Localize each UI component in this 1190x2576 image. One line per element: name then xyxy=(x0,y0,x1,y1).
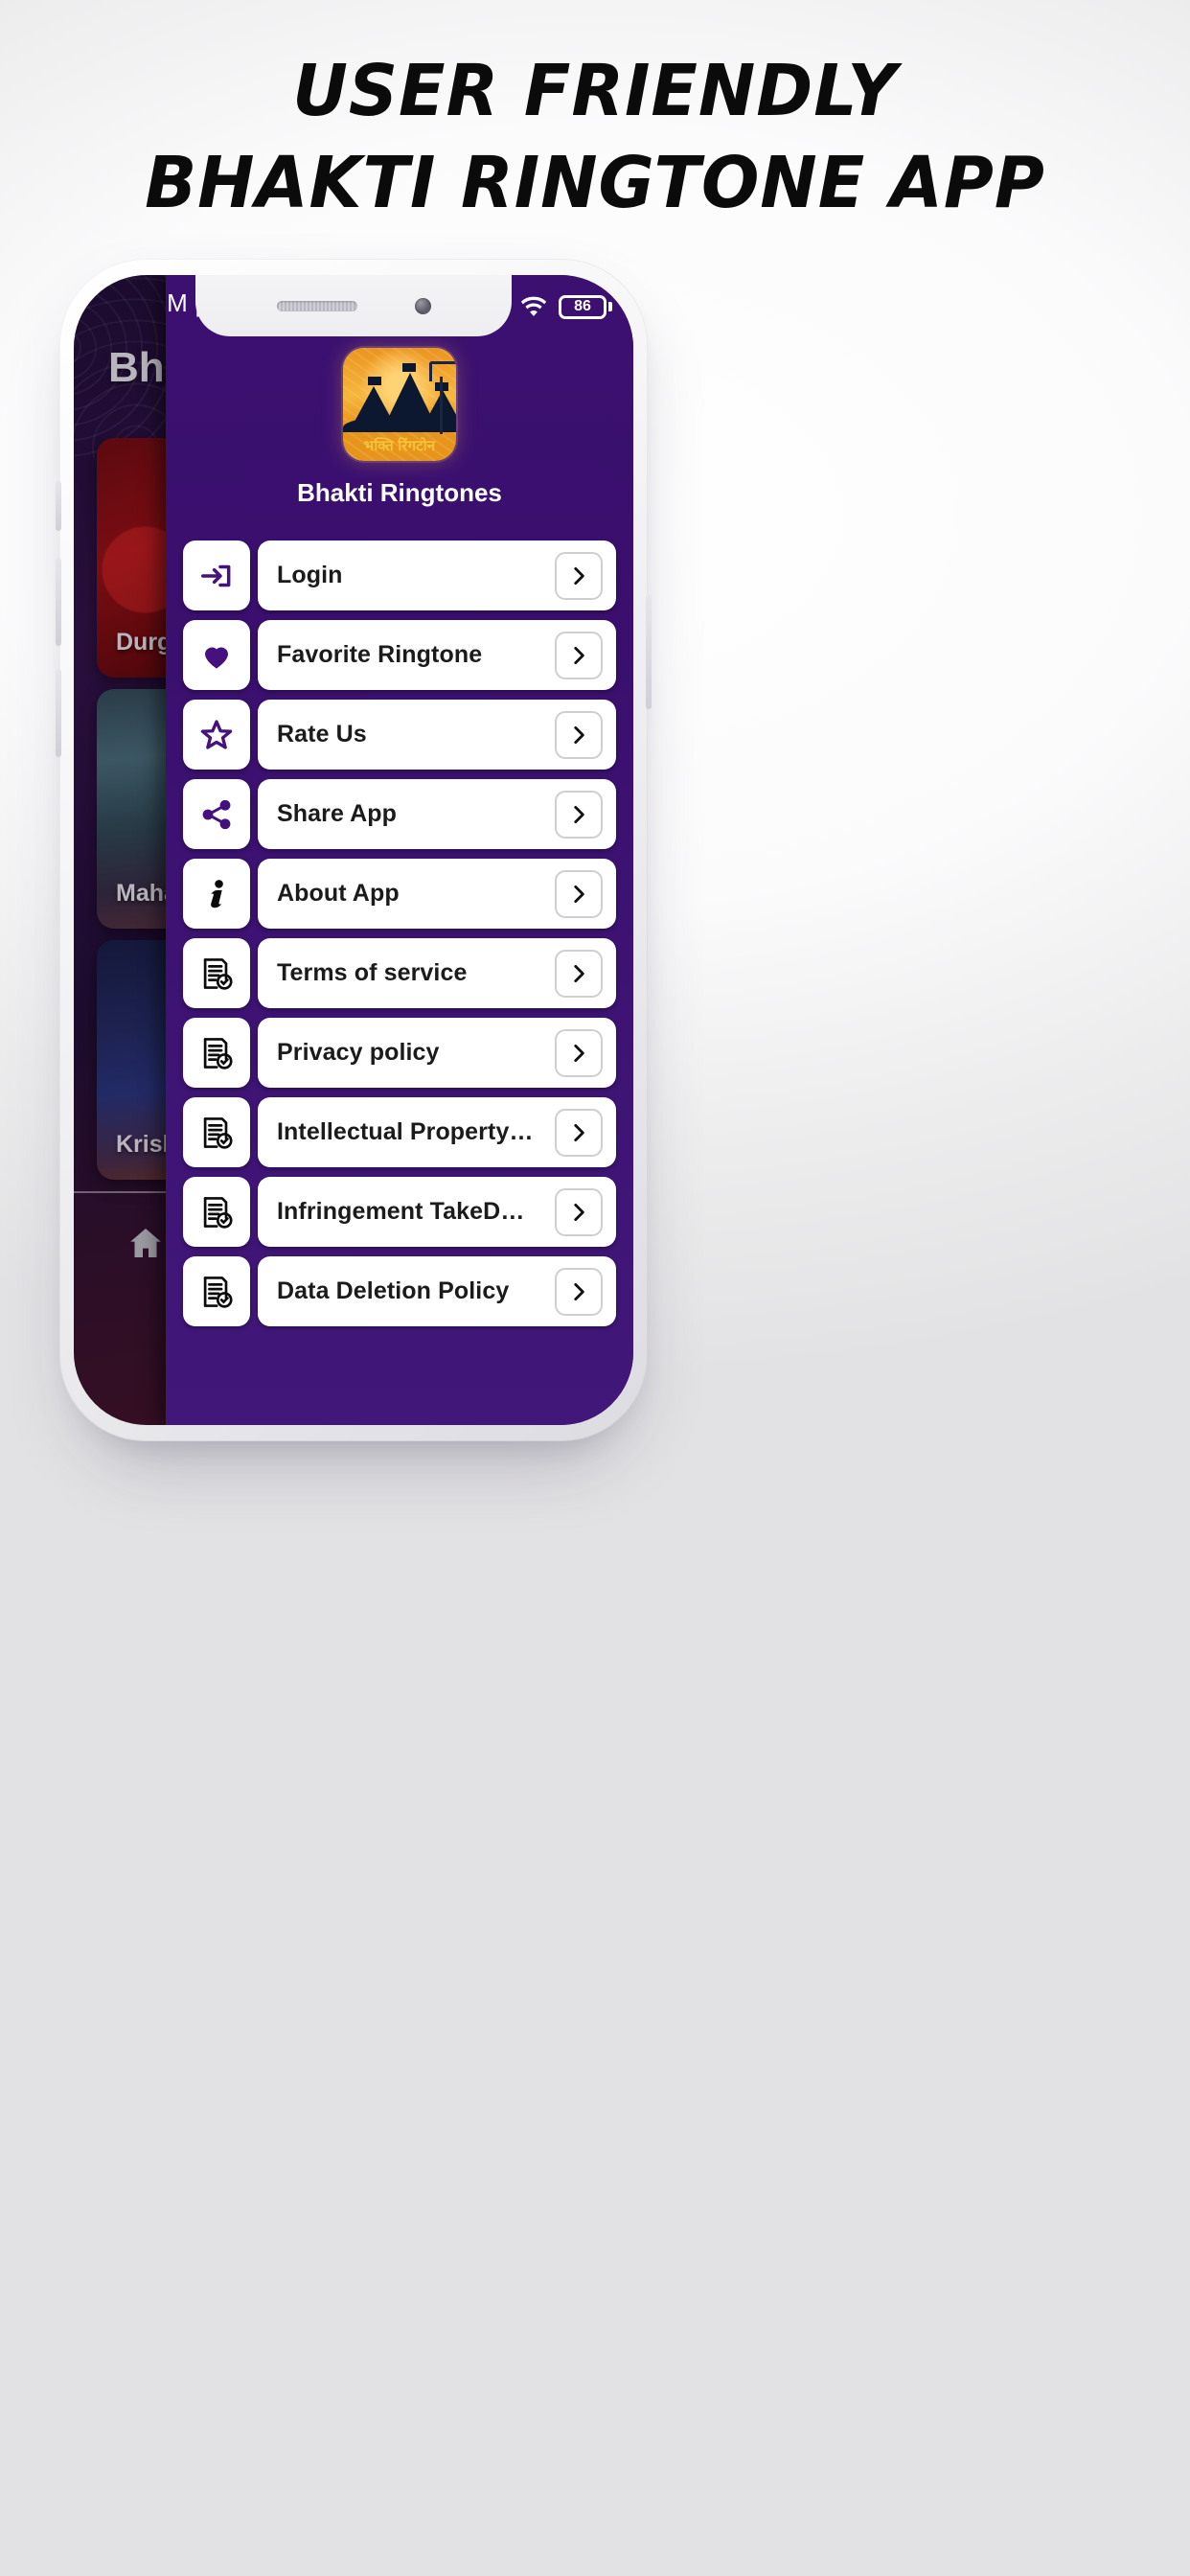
drawer-item-label: Login xyxy=(277,562,343,588)
chevron-right-icon[interactable] xyxy=(555,790,603,839)
app-name: Bhakti Ringtones xyxy=(297,478,502,507)
chevron-right-icon[interactable] xyxy=(555,1187,603,1236)
drawer-item-intellectual-property[interactable]: Intellectual Property… xyxy=(183,1097,616,1167)
drawer-item-infringement-takedown[interactable]: Infringement TakeD… xyxy=(183,1177,616,1247)
front-camera xyxy=(414,297,431,314)
earpiece-speaker xyxy=(276,300,357,311)
phone-mockup: Bhakti Durga Maa… Mahadev Krishna Ri… xyxy=(56,259,652,1441)
drawer-item-data-deletion-policy[interactable]: Data Deletion Policy xyxy=(183,1256,616,1326)
document-check-icon xyxy=(183,1256,250,1326)
phone-volume-up-button[interactable] xyxy=(56,558,61,646)
login-arrow-icon xyxy=(183,540,250,610)
document-check-icon xyxy=(183,938,250,1008)
phone-screen: Bhakti Durga Maa… Mahadev Krishna Ri… xyxy=(74,275,633,1425)
promo-headline: USER FRIENDLY BHAKTI RINGTONE APP xyxy=(0,50,1190,224)
drawer-item-bar[interactable]: Privacy policy xyxy=(258,1018,616,1088)
drawer-item-label: Data Deletion Policy xyxy=(277,1277,510,1304)
heart-icon xyxy=(183,620,250,690)
drawer-item-bar[interactable]: Terms of service xyxy=(258,938,616,1008)
promo-headline-line-1: USER FRIENDLY xyxy=(292,50,898,132)
phone-power-button[interactable] xyxy=(646,594,652,709)
chevron-right-icon[interactable] xyxy=(555,1028,603,1077)
drawer-item-label: About App xyxy=(277,880,400,907)
chevron-right-icon[interactable] xyxy=(555,551,603,600)
battery-level: 86 xyxy=(574,298,591,314)
drawer-item-rate-us[interactable]: Rate Us xyxy=(183,700,616,770)
drawer-item-label: Favorite Ringtone xyxy=(277,641,483,668)
chevron-right-icon[interactable] xyxy=(555,949,603,998)
phone-notch xyxy=(195,275,512,336)
app-logo: भक्ति रिंगटोन xyxy=(343,348,456,461)
chevron-right-icon[interactable] xyxy=(555,1108,603,1157)
drawer-item-privacy-policy[interactable]: Privacy policy xyxy=(183,1018,616,1088)
drawer-item-bar[interactable]: Share App xyxy=(258,779,616,849)
drawer-item-bar[interactable]: Login xyxy=(258,540,616,610)
drawer-item-bar[interactable]: Data Deletion Policy xyxy=(258,1256,616,1326)
phone-mute-button[interactable] xyxy=(56,481,61,531)
chevron-right-icon[interactable] xyxy=(555,869,603,918)
phone-volume-down-button[interactable] xyxy=(56,669,61,757)
drawer-item-bar[interactable]: Favorite Ringtone xyxy=(258,620,616,690)
home-icon[interactable] xyxy=(124,1224,168,1262)
chevron-right-icon[interactable] xyxy=(555,631,603,679)
phone-body: Bhakti Durga Maa… Mahadev Krishna Ri… xyxy=(56,259,652,1441)
promo-headline-line-2: BHAKTI RINGTONE APP xyxy=(145,142,1045,224)
app-logo-text: भक्ति रिंगटोन xyxy=(363,438,436,454)
star-icon xyxy=(183,700,250,770)
drawer-item-bar[interactable]: Rate Us xyxy=(258,700,616,770)
drawer-item-bar[interactable]: Infringement TakeD… xyxy=(258,1177,616,1247)
document-check-icon xyxy=(183,1097,250,1167)
chevron-right-icon[interactable] xyxy=(555,710,603,759)
drawer-item-about-app[interactable]: About App xyxy=(183,859,616,929)
drawer-menu: Login Favorite Ringtone Rate Us Share Ap… xyxy=(166,540,633,1344)
trishul-icon xyxy=(429,361,456,434)
drawer-item-label: Terms of service xyxy=(277,959,468,986)
drawer-item-login[interactable]: Login xyxy=(183,540,616,610)
drawer-item-label: Intellectual Property… xyxy=(277,1118,534,1145)
drawer-item-share-app[interactable]: Share App xyxy=(183,779,616,849)
drawer-item-label: Infringement TakeD… xyxy=(277,1198,525,1225)
drawer-item-label: Rate Us xyxy=(277,721,367,748)
drawer-item-terms-of-service[interactable]: Terms of service xyxy=(183,938,616,1008)
document-check-icon xyxy=(183,1177,250,1247)
info-icon xyxy=(183,859,250,929)
drawer-item-bar[interactable]: Intellectual Property… xyxy=(258,1097,616,1167)
chevron-right-icon[interactable] xyxy=(555,1267,603,1316)
drawer-item-label: Privacy policy xyxy=(277,1039,440,1066)
navigation-drawer: 86 5:52 PM | 5.31... xyxy=(166,275,633,1425)
share-icon xyxy=(183,779,250,849)
battery-icon: 86 xyxy=(559,294,612,319)
document-check-icon xyxy=(183,1018,250,1088)
wifi-icon xyxy=(520,296,547,318)
drawer-item-label: Share App xyxy=(277,800,397,827)
drawer-item-favorite-ringtone[interactable]: Favorite Ringtone xyxy=(183,620,616,690)
drawer-item-bar[interactable]: About App xyxy=(258,859,616,929)
